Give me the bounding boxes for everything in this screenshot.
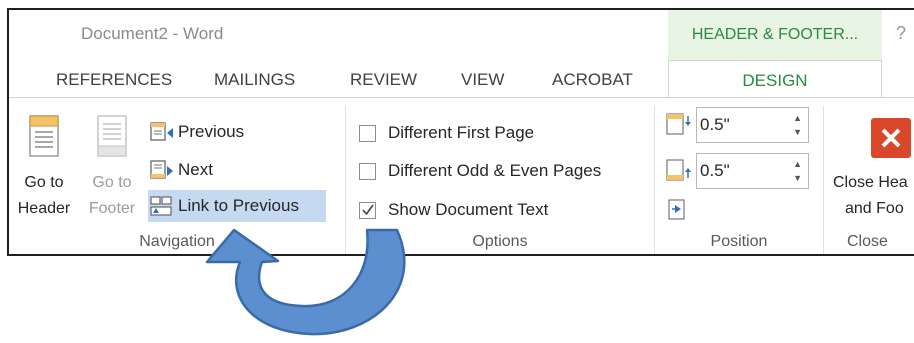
arrow-shape (205, 228, 406, 336)
curved-arrow-annotation (205, 228, 406, 336)
